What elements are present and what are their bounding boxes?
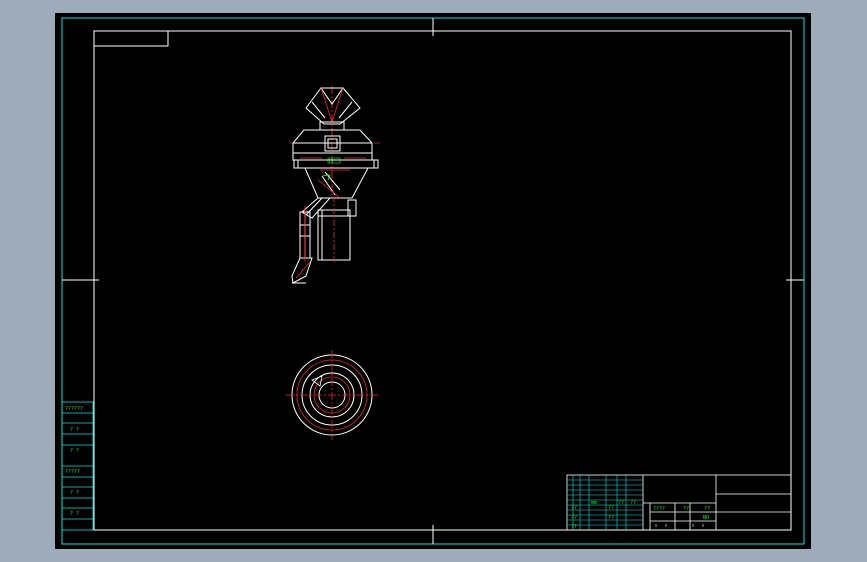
title-cell-3: ?? xyxy=(630,500,636,506)
side-strip-label-1: ?????? xyxy=(65,406,83,412)
side-strip-label-6: ? ? xyxy=(70,511,79,517)
cad-canvas[interactable]: ?????? ? ? ? ? ????? ? ? ? ? mm ?? ?? ??… xyxy=(0,0,867,562)
title-cell-11: ?? xyxy=(704,506,710,512)
title-cell-10: ?? xyxy=(683,506,689,512)
title-cell-units: mm xyxy=(591,500,597,506)
model-space xyxy=(55,13,811,549)
title-cell-2: ?? xyxy=(618,500,624,506)
side-strip-label-4: ????? xyxy=(65,469,80,475)
title-cell-5: ?? xyxy=(608,505,614,511)
front-view-label: ?? xyxy=(328,159,334,165)
title-cell-8: ?? xyxy=(571,524,577,530)
title-cell-4: ?? xyxy=(571,505,577,511)
title-cell-scale-label: ???? xyxy=(653,506,665,512)
side-strip-label-2: ? ? xyxy=(70,427,79,433)
title-cell-6: ?? xyxy=(571,515,577,521)
side-strip-label-5: ? ? xyxy=(70,490,79,496)
title-cell-sheet-no: NO xyxy=(703,515,709,521)
title-cell-7: ?? xyxy=(608,515,614,521)
side-strip-label-3: ? ? xyxy=(70,448,79,454)
